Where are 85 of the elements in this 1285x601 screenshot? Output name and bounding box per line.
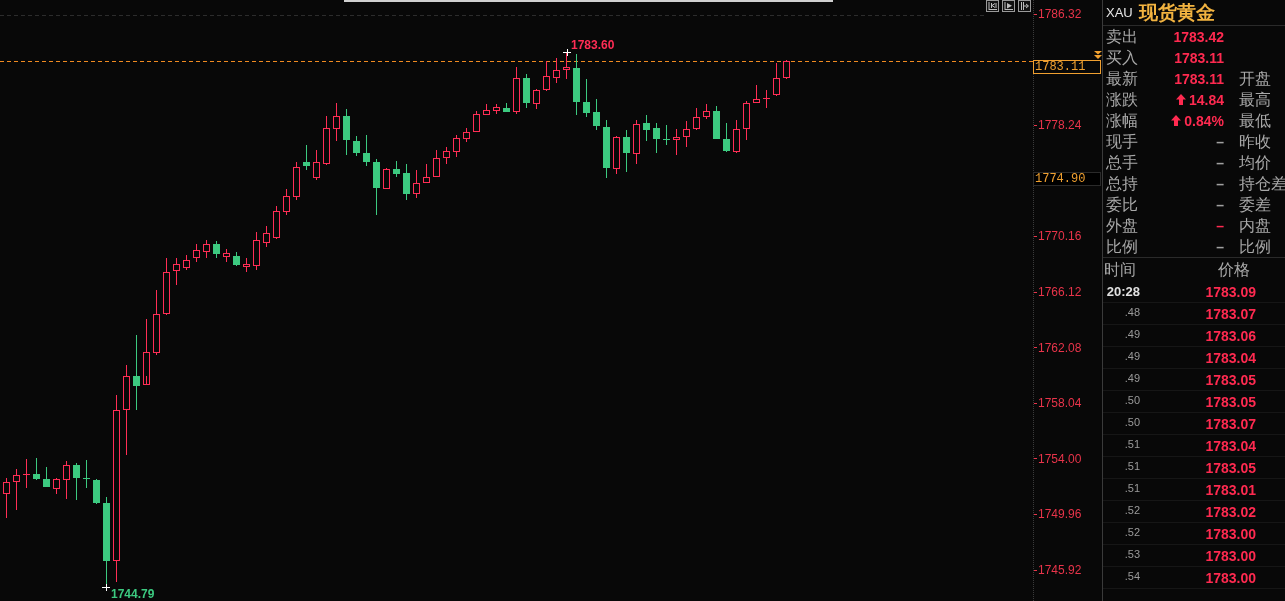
quote-label: 涨跌 <box>1105 90 1139 109</box>
quote-value: – <box>1216 217 1224 234</box>
price-axis-label: 1762.08 <box>1034 340 1082 355</box>
tick-price: 1783.00 <box>1205 547 1256 564</box>
quote-label: 昨收 <box>1239 132 1271 151</box>
tick-time: .52 <box>1123 503 1140 517</box>
double-down-triangle-icon <box>1094 51 1102 59</box>
tick-price: 1783.01 <box>1205 481 1256 498</box>
quote-label: 委差 <box>1239 195 1271 214</box>
tick-time: .49 <box>1123 327 1140 341</box>
chart-tool-button[interactable] <box>1002 0 1015 12</box>
quote-label: 最新 <box>1105 69 1139 88</box>
price-axis-label: 1745.92 <box>1034 563 1082 577</box>
tick-price: 1783.07 <box>1205 415 1256 432</box>
axis-bracket-icon <box>988 2 997 10</box>
tick-time: 20:28 <box>1105 284 1140 299</box>
price-axis-label: 1766.12 <box>1034 285 1082 299</box>
instrument-name: 现货黄金 <box>1138 1 1215 24</box>
last-price-tag: 1783.11 <box>1033 60 1101 74</box>
price-axis-label: 1770.16 <box>1034 229 1082 244</box>
tick-price: 1783.00 <box>1205 525 1256 542</box>
crosshair-icon <box>101 583 111 592</box>
cursor-price-tag: 1774.90 <box>1033 172 1101 186</box>
tick-time: .49 <box>1123 371 1140 385</box>
quote-label: 总手 <box>1105 153 1139 172</box>
tick-time: .54 <box>1123 569 1140 583</box>
tick-price: 1783.09 <box>1205 283 1256 300</box>
tick-time: .50 <box>1123 393 1140 407</box>
low-price-label: 1744.79 <box>111 587 155 601</box>
quote-label: 总持 <box>1105 174 1139 193</box>
tick-price: 1783.00 <box>1205 569 1256 586</box>
axis-play-icon <box>1004 2 1013 10</box>
price-axis-label: 1758.04 <box>1034 396 1082 411</box>
tick-price: 1783.04 <box>1205 437 1256 454</box>
quote-label: 最高 <box>1239 90 1271 109</box>
quote-label: 现手 <box>1105 132 1139 151</box>
tick-time: .51 <box>1123 481 1140 495</box>
tick-time: .53 <box>1123 547 1140 561</box>
quote-value: 1783.11 <box>1174 70 1224 87</box>
tick-time: .52 <box>1123 525 1140 539</box>
quote-value: – <box>1216 175 1224 192</box>
tick-time: .51 <box>1123 459 1140 473</box>
quote-label: 卖出 <box>1105 27 1139 46</box>
quote-label: 委比 <box>1105 195 1139 214</box>
tick-time: .49 <box>1123 349 1140 363</box>
quote-label: 比例 <box>1105 237 1139 256</box>
price-axis-label: 1786.32 <box>1034 7 1082 21</box>
quote-value: – <box>1216 133 1224 150</box>
bar-arrow-icon <box>1020 2 1029 10</box>
symbol-code: XAU <box>1106 3 1133 22</box>
crosshair-icon <box>562 48 572 57</box>
tick-price: 1783.02 <box>1205 503 1256 520</box>
tick-price: 1783.04 <box>1205 349 1256 366</box>
chart-tool-button[interactable] <box>986 0 999 12</box>
tick-price: 1783.05 <box>1205 459 1256 476</box>
quote-value: 14.84 <box>1188 91 1224 108</box>
quote-label: 涨幅 <box>1105 111 1139 130</box>
quote-value: 0.84% <box>1184 112 1224 129</box>
column-header: 时间 <box>1103 260 1136 279</box>
price-axis-label: 1749.96 <box>1034 507 1082 522</box>
quote-label: 开盘 <box>1239 69 1271 88</box>
tick-price: 1783.05 <box>1205 371 1256 388</box>
high-price-label: 1783.60 <box>571 38 615 52</box>
price-axis-label: 1778.24 <box>1034 118 1082 133</box>
quote-label: 最低 <box>1239 111 1271 130</box>
chart-tool-button[interactable] <box>1018 0 1031 12</box>
quote-value: – <box>1216 196 1224 213</box>
quote-label: 均价 <box>1239 153 1271 172</box>
quote-value: 1783.11 <box>1174 49 1224 66</box>
quote-value: – <box>1216 154 1224 171</box>
quote-label: 内盘 <box>1239 216 1271 235</box>
quote-label: 外盘 <box>1105 216 1139 235</box>
quote-value: 1783.42 <box>1173 28 1224 45</box>
quote-label: 买入 <box>1105 48 1139 67</box>
tick-price: 1783.06 <box>1205 327 1256 344</box>
tick-time: .48 <box>1123 305 1140 319</box>
column-header: 价格 <box>1218 260 1250 279</box>
price-axis-label: 1754.00 <box>1034 451 1082 466</box>
scrollbar-thumb[interactable] <box>344 0 833 2</box>
tick-price: 1783.07 <box>1205 305 1256 322</box>
tick-time: .51 <box>1123 437 1140 451</box>
quote-label: 比例 <box>1239 237 1271 256</box>
tick-price: 1783.05 <box>1205 393 1256 410</box>
quote-value: – <box>1216 238 1224 255</box>
tick-time: .50 <box>1123 415 1140 429</box>
